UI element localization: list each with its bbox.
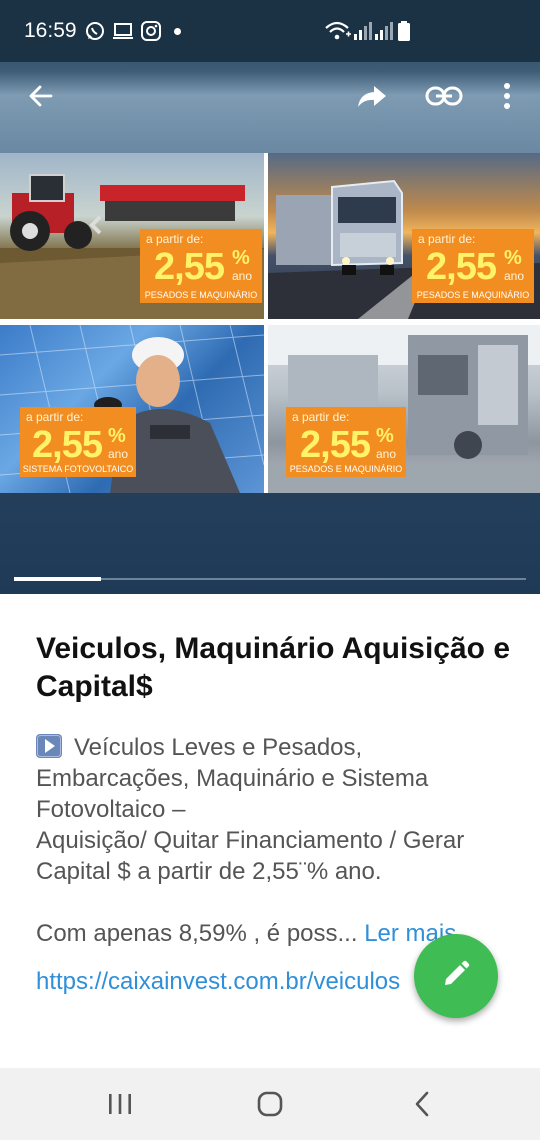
promo-rate: 2,55 xyxy=(300,424,371,466)
promo-category: PESADOS E MAQUINÁRIO xyxy=(289,464,403,474)
link-icon[interactable] xyxy=(420,72,468,120)
system-nav-bar xyxy=(0,1068,540,1140)
promo-rate: 2,55 xyxy=(154,246,225,288)
promo-category: PESADOS E MAQUINÁRIO xyxy=(416,290,530,300)
promo-ano: ano xyxy=(108,447,129,461)
promo-pct: % xyxy=(232,247,250,269)
action-bar xyxy=(0,62,540,130)
promo-from: a partir de: xyxy=(292,410,350,424)
rate-badge: a partir de: 2,55 % ano PESADOS E MAQUIN… xyxy=(286,407,406,477)
wifi-icon xyxy=(324,20,352,42)
post-title: Veiculos, Maquinário Aquisição e Capital… xyxy=(36,632,511,703)
machinery-image: a partir de: 2,55 % ano PESADOS E MAQUIN… xyxy=(268,325,540,493)
instagram-icon xyxy=(140,20,162,42)
solar-worker-image: a partir de: 2,55 % ano SISTEMA FOTOVOLT… xyxy=(0,325,264,493)
recent-apps-icon[interactable] xyxy=(100,1084,140,1124)
status-bar: 16:59 xyxy=(0,0,540,62)
post-description-rest: Embarcações, Maquinário e Sistema Fotovo… xyxy=(36,765,465,885)
promo-rate: 2,55 xyxy=(426,246,497,288)
promo-pct: % xyxy=(504,247,522,269)
media-header: 16:59 a partir de: 2,55 % ano PESADOS E … xyxy=(0,0,540,594)
post-excerpt: Com apenas 8,59% , é poss... xyxy=(36,920,365,947)
promo-from: a partir de: xyxy=(146,232,204,246)
tractor-image: a partir de: 2,55 % ano PESADOS E MAQUIN… xyxy=(0,153,264,319)
status-time: 16:59 xyxy=(24,19,77,42)
post-description-first: Veículos Leves e Pesados, xyxy=(74,734,363,761)
rate-badge: a partir de: 2,55 % ano PESADOS E MAQUIN… xyxy=(140,229,262,303)
more-vert-icon[interactable] xyxy=(483,72,531,120)
promo-category: SISTEMA FOTOVOLTAICO xyxy=(22,464,134,474)
whatsapp-icon xyxy=(84,20,106,42)
battery-icon xyxy=(396,20,412,42)
slide-progress-fill xyxy=(14,577,101,581)
promo-category: PESADOS E MAQUINÁRIO xyxy=(144,290,258,300)
laptop-icon xyxy=(112,20,134,42)
promo-ano: ano xyxy=(232,269,253,283)
rate-badge: a partir de: 2,55 % ano PESADOS E MAQUIN… xyxy=(412,229,534,303)
play-button-icon xyxy=(36,734,62,758)
signal-icon xyxy=(373,20,395,42)
rate-badge: a partir de: 2,55 % ano SISTEMA FOTOVOLT… xyxy=(20,407,136,477)
promo-pct: % xyxy=(376,425,394,447)
promo-from: a partir de: xyxy=(418,232,476,246)
home-icon[interactable] xyxy=(250,1084,290,1124)
back-arrow-icon[interactable] xyxy=(17,72,65,120)
promo-from: a partir de: xyxy=(26,410,84,424)
pencil-icon xyxy=(441,959,471,994)
back-icon[interactable] xyxy=(402,1084,442,1124)
media-collage[interactable]: a partir de: 2,55 % ano PESADOS E MAQUIN… xyxy=(0,153,540,493)
promo-ano: ano xyxy=(504,269,525,283)
signal-icon xyxy=(352,20,374,42)
post-description: Veículos Leves e Pesados, Embarcações, M… xyxy=(36,732,516,887)
truck-image: a partir de: 2,55 % ano PESADOS E MAQUIN… xyxy=(268,153,540,319)
promo-ano: ano xyxy=(376,447,397,461)
dot-icon xyxy=(174,28,181,35)
share-icon[interactable] xyxy=(348,72,396,120)
edit-fab-button[interactable] xyxy=(414,934,498,1018)
promo-pct: % xyxy=(108,425,126,447)
promo-rate: 2,55 xyxy=(32,424,103,466)
